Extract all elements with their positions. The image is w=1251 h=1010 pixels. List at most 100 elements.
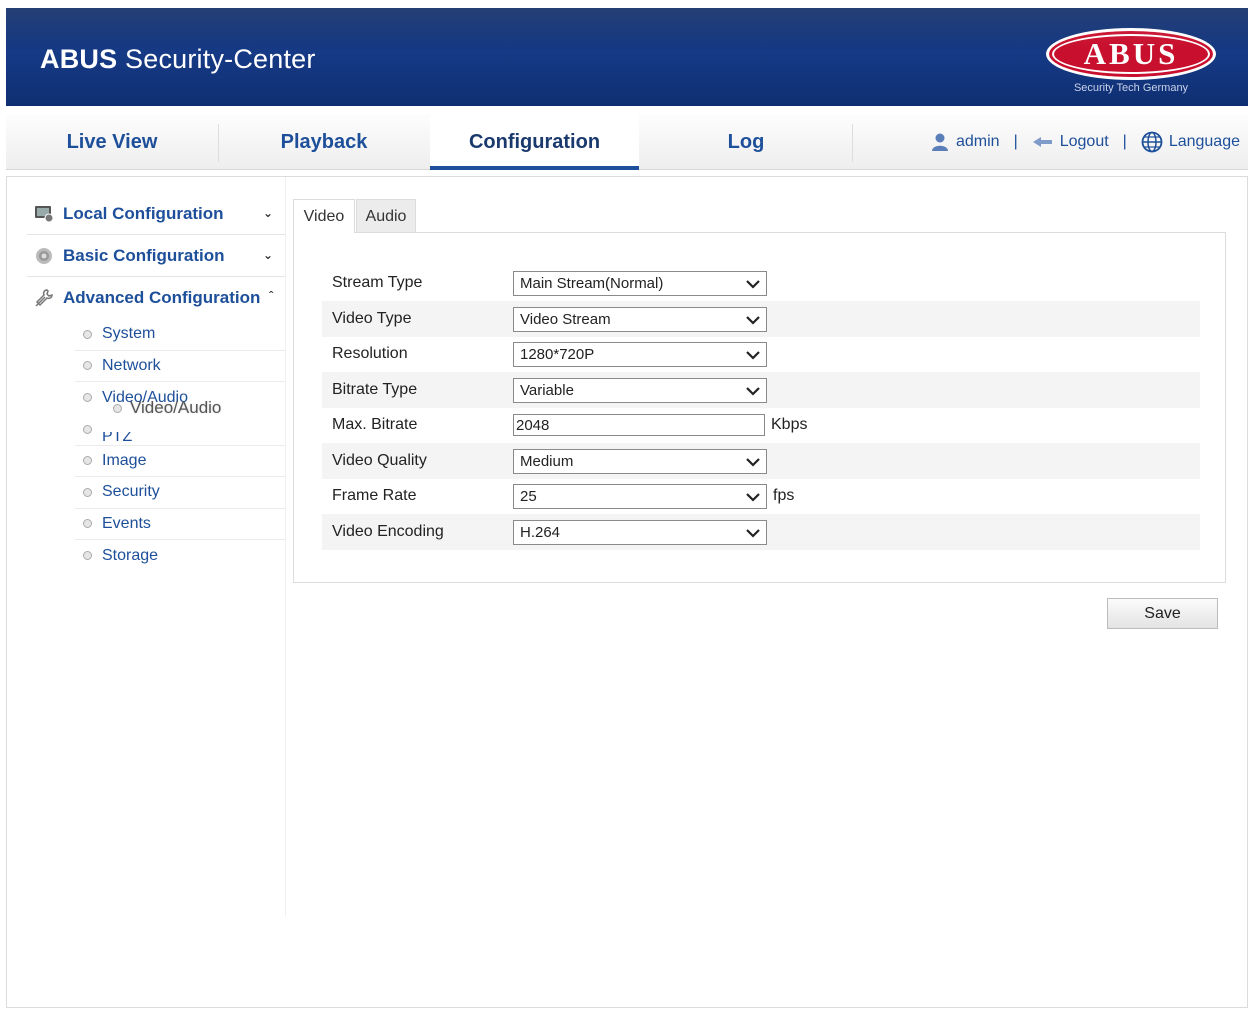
user-icon <box>931 133 948 151</box>
main-container: Local Configuration ⌄ Basic Configuratio… <box>6 176 1248 1008</box>
content-area: Video Audio Stream Type Main Stream(Norm… <box>293 199 1226 583</box>
sidebar-item-events[interactable]: Events <box>75 509 285 540</box>
sidebar-section-label: Local Configuration <box>63 203 224 223</box>
row-frame-rate: Frame Rate 25 fps <box>322 478 1200 514</box>
tab-live-view[interactable]: Live View <box>6 114 218 170</box>
subtab-video[interactable]: Video <box>293 199 355 233</box>
video-quality-select[interactable]: Medium <box>513 448 767 474</box>
tab-configuration[interactable]: Configuration <box>430 114 639 170</box>
resolution-select[interactable]: 1280*720P <box>513 341 767 367</box>
logo-text: ABUS <box>1083 36 1179 71</box>
max-bitrate-label: Max. Bitrate <box>332 416 418 433</box>
video-type-select[interactable]: Video Stream <box>513 306 767 332</box>
chevron-down-icon <box>746 350 760 360</box>
sidebar-section-local-configuration[interactable]: Local Configuration ⌄ <box>27 193 285 235</box>
sidebar-item-video-audio[interactable]: Video/Audio Video/Audio <box>75 382 285 417</box>
sidebar: Local Configuration ⌄ Basic Configuratio… <box>27 193 285 572</box>
bitrate-type-value: Variable <box>520 381 574 399</box>
globe-icon <box>1141 131 1163 153</box>
bullet-icon <box>113 403 122 413</box>
chevron-down-icon: ⌄ <box>262 248 273 262</box>
bitrate-type-select[interactable]: Variable <box>513 377 767 403</box>
chevron-down-icon <box>746 492 760 502</box>
sidebar-item-image[interactable]: Image <box>75 446 285 477</box>
username-label: admin <box>955 133 1000 150</box>
sidebar-item-label: PTZ <box>102 432 133 442</box>
sidebar-item-label: System <box>102 325 156 343</box>
sidebar-section-basic-configuration[interactable]: Basic Configuration ⌄ <box>27 235 285 277</box>
row-video-quality: Video Quality Medium <box>322 443 1200 479</box>
kbps-unit-label: Kbps <box>771 416 808 433</box>
video-settings-panel: Stream Type Main Stream(Normal) Video Ty… <box>293 232 1226 583</box>
user-bar: admin | Logout | Language <box>930 114 1240 170</box>
stream-type-label: Stream Type <box>332 274 423 291</box>
language-label: Language <box>1168 133 1240 150</box>
row-max-bitrate: Max. Bitrate Kbps <box>322 407 1200 443</box>
fps-unit-label: fps <box>773 487 795 504</box>
bullet-icon <box>83 361 92 371</box>
chevron-down-icon <box>746 457 760 467</box>
bullet-icon <box>83 393 92 403</box>
video-encoding-label: Video Encoding <box>332 523 444 540</box>
separator: | <box>1122 133 1127 150</box>
sidebar-item-storage[interactable]: Storage <box>75 540 285 572</box>
logo-oval: ABUS <box>1046 28 1216 80</box>
resolution-label: Resolution <box>332 345 408 362</box>
drag-ghost-label: Video/Audio <box>130 398 222 417</box>
sidebar-item-ptz[interactable]: PTZ <box>75 414 285 446</box>
sidebar-section-label: Basic Configuration <box>63 245 225 265</box>
bitrate-type-label: Bitrate Type <box>332 381 418 398</box>
subtab-bar: Video Audio <box>293 199 1226 233</box>
sidebar-section-advanced-configuration[interactable]: Advanced Configuration ˆ <box>27 277 285 319</box>
logo-subtitle: Security Tech Germany <box>1073 82 1189 94</box>
video-encoding-value: H.264 <box>520 523 561 541</box>
sidebar-section-label: Advanced Configuration <box>63 288 261 307</box>
video-quality-label: Video Quality <box>332 452 427 469</box>
logout-label: Logout <box>1059 133 1109 150</box>
abus-logo: ABUS Security Tech Germany <box>1046 28 1216 100</box>
logout-icon <box>1032 137 1052 147</box>
bullet-icon <box>83 487 92 497</box>
chevron-up-icon: ˆ <box>269 289 273 303</box>
chevron-down-icon: ⌄ <box>262 206 273 220</box>
frame-rate-label: Frame Rate <box>332 487 417 504</box>
video-type-value: Video Stream <box>520 310 611 328</box>
video-encoding-select[interactable]: H.264 <box>513 519 767 545</box>
frame-rate-value: 25 <box>520 487 537 505</box>
user-menu[interactable]: admin <box>930 132 1000 152</box>
drag-ghost-video-audio: Video/Audio <box>105 398 221 418</box>
tab-log[interactable]: Log <box>640 114 852 170</box>
max-bitrate-input[interactable] <box>513 414 765 436</box>
stream-type-value: Main Stream(Normal) <box>520 274 664 292</box>
wrench-icon <box>33 287 55 309</box>
header-banner: ABUS Security-Center ABUS Security Tech … <box>6 8 1248 106</box>
logout-link[interactable]: Logout <box>1032 133 1109 151</box>
app-title-brand: ABUS <box>40 44 118 74</box>
sidebar-item-label: Events <box>102 514 151 532</box>
sidebar-item-label: Security <box>102 483 160 501</box>
sidebar-item-label: Image <box>102 451 147 469</box>
chevron-down-icon <box>746 315 760 325</box>
chevron-down-icon <box>746 386 760 396</box>
bullet-icon <box>83 551 92 561</box>
bullet-icon <box>83 456 92 466</box>
sidebar-item-network[interactable]: Network <box>75 351 285 382</box>
bullet-icon <box>83 329 92 339</box>
frame-rate-select[interactable]: 25 <box>513 483 767 509</box>
save-button[interactable]: Save <box>1107 598 1218 629</box>
row-resolution: Resolution 1280*720P <box>322 336 1200 372</box>
sidebar-divider <box>285 177 286 917</box>
language-menu[interactable]: Language <box>1141 131 1240 153</box>
chevron-down-icon <box>746 528 760 538</box>
subtab-audio[interactable]: Audio <box>356 199 416 233</box>
sidebar-item-security[interactable]: Security <box>75 477 285 509</box>
row-stream-type: Stream Type Main Stream(Normal) <box>322 265 1200 301</box>
monitor-icon <box>33 203 55 225</box>
stream-type-select[interactable]: Main Stream(Normal) <box>513 270 767 296</box>
sidebar-item-system[interactable]: System <box>75 319 285 351</box>
chevron-down-icon <box>746 279 760 289</box>
tab-playback[interactable]: Playback <box>219 114 429 170</box>
top-navigation: Live View Playback Configuration Log adm… <box>6 114 1248 170</box>
sidebar-item-label: Storage <box>102 546 159 564</box>
app-title-text: Security-Center <box>117 44 316 74</box>
